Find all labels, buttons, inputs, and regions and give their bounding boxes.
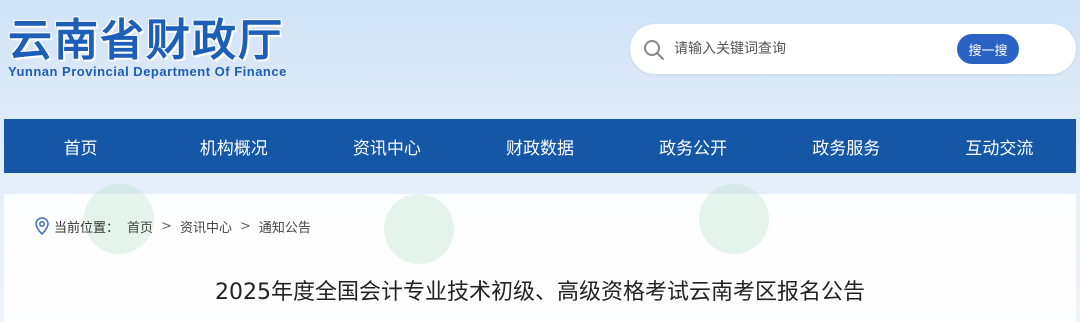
main-nav: 首页 机构概况 资讯中心 财政数据 政务公开 政务服务 互动交流 bbox=[4, 119, 1076, 173]
location-pin-icon bbox=[35, 217, 49, 235]
nav-item-government-services[interactable]: 政务服务 bbox=[770, 119, 923, 173]
breadcrumb: 当前位置： 首页 > 资讯中心 > 通知公告 bbox=[34, 216, 311, 236]
breadcrumb-home[interactable]: 首页 bbox=[127, 217, 153, 236]
nav-item-government-affairs[interactable]: 政务公开 bbox=[617, 119, 770, 173]
search-input[interactable] bbox=[674, 35, 974, 63]
content-panel: 当前位置： 首页 > 资讯中心 > 通知公告 2025年度全国会计专业技术初级、… bbox=[4, 184, 1076, 322]
breadcrumb-notices[interactable]: 通知公告 bbox=[259, 217, 311, 236]
site-logo-subtitle: Yunnan Provincial Department Of Finance bbox=[8, 64, 287, 79]
nav-item-organization[interactable]: 机构概况 bbox=[157, 119, 310, 173]
nav-item-interaction[interactable]: 互动交流 bbox=[923, 119, 1076, 173]
breadcrumb-news-center[interactable]: 资讯中心 bbox=[180, 217, 232, 236]
breadcrumb-separator: > bbox=[161, 218, 172, 234]
site-logo-title[interactable]: 云南省财政厅 bbox=[8, 4, 284, 68]
search-bar: 搜一搜 bbox=[630, 24, 1076, 74]
watermark-logo bbox=[384, 194, 454, 264]
search-icon bbox=[644, 40, 664, 60]
breadcrumb-separator: > bbox=[239, 218, 251, 234]
breadcrumb-label: 当前位置： bbox=[54, 220, 120, 236]
nav-item-finance-data[interactable]: 财政数据 bbox=[463, 119, 616, 173]
search-button[interactable]: 搜一搜 bbox=[957, 34, 1019, 64]
nav-item-news-center[interactable]: 资讯中心 bbox=[310, 119, 463, 173]
site-header: 云南省财政厅 Yunnan Provincial Department Of F… bbox=[0, 0, 1080, 120]
article-title: 2025年度全国会计专业技术初级、高级资格考试云南考区报名公告 bbox=[215, 280, 865, 305]
watermark-logo bbox=[699, 184, 769, 254]
nav-item-home[interactable]: 首页 bbox=[4, 119, 157, 173]
